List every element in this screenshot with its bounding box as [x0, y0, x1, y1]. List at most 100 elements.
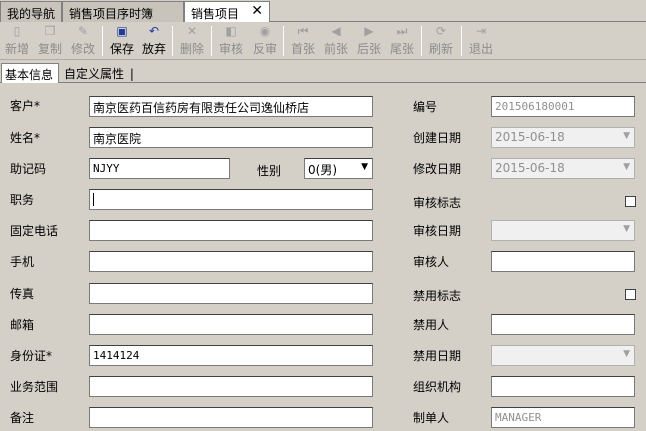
position-field[interactable]	[89, 189, 373, 210]
email-field[interactable]	[89, 314, 373, 335]
tab-basic-info[interactable]: 基本信息	[1, 63, 59, 83]
customer-value: 南京医药百信药房有限责任公司逸仙桥店	[93, 101, 310, 115]
disable-date-label: 禁用日期	[413, 349, 462, 363]
org-field[interactable]	[491, 376, 635, 397]
toolbar-button-audit[interactable]: ◧ 审核	[216, 24, 246, 58]
disable-date-field[interactable]: ▼	[491, 345, 635, 366]
toolbar-button-label: 删除	[179, 42, 204, 56]
audit-flag-checkbox[interactable]	[625, 196, 636, 207]
chevron-down-icon[interactable]: ▼	[623, 131, 630, 141]
disabled-by-field[interactable]	[491, 314, 635, 335]
auditor-field[interactable]	[491, 251, 635, 272]
next-icon: ▶	[364, 24, 374, 38]
name-field[interactable]: 南京医院	[89, 127, 373, 148]
modified-date-field[interactable]: 2015-06-18 ▼	[491, 158, 635, 179]
mobile-field[interactable]	[89, 251, 373, 272]
toolbar-button-last[interactable]: ⏭ 尾张	[387, 24, 417, 58]
chevron-down-icon[interactable]: ▼	[623, 224, 630, 234]
name-value: 南京医院	[93, 132, 142, 146]
audit-date-field[interactable]: ▼	[491, 220, 635, 241]
toolbar: ▯ 新增 ❐ 复制 ✎ 修改 ▣ 保存 ↶ 放弃 ✕ 删除 ◧ 审核 ◉ 反审 ⏮ 首张 ◀ 前张 ▶ 后张 ⏭ 尾张 ⟳ 刷新 ⇥…	[0, 22, 646, 60]
scope-field[interactable]	[89, 376, 373, 397]
toolbar-button-refresh[interactable]: ⟳ 刷新	[426, 24, 456, 58]
toolbar-button-new-file[interactable]: ▯ 新增	[2, 24, 32, 58]
undo-icon: ↶	[148, 24, 160, 38]
delete-icon: ✕	[186, 24, 198, 38]
toolbar-button-next[interactable]: ▶ 后张	[354, 24, 384, 58]
creator-label: 制单人	[413, 411, 450, 425]
chevron-down-icon[interactable]: ▼	[623, 162, 630, 172]
email-label: 邮箱	[10, 318, 35, 332]
name-label: 姓名*	[10, 131, 41, 145]
toolbar-button-label: 审核	[218, 42, 243, 56]
close-icon[interactable]: ✕	[251, 3, 263, 19]
phone-field[interactable]	[89, 220, 373, 241]
tab-label: 销售项目	[191, 7, 240, 21]
prev-icon: ◀	[331, 24, 341, 38]
toolbar-button-label: 退出	[468, 42, 493, 56]
toolbar-button-label: 保存	[109, 42, 134, 56]
org-label: 组织机构	[413, 380, 462, 394]
chevron-down-icon[interactable]: ▼	[623, 349, 630, 359]
created-date-label: 创建日期	[413, 131, 462, 145]
tab-custom-attributes[interactable]: 自定义属性 |	[61, 63, 139, 83]
mnemonic-label: 助记码	[10, 162, 47, 176]
toolbar-button-label: 前张	[323, 42, 348, 56]
toolbar-button-copy[interactable]: ❐ 复制	[35, 24, 65, 58]
toolbar-button-label: 尾张	[389, 42, 414, 56]
unaudit-icon: ◉	[259, 24, 271, 38]
disable-flag-checkbox[interactable]	[625, 289, 636, 300]
toolbar-button-edit[interactable]: ✎ 修改	[68, 24, 98, 58]
save-icon: ▣	[116, 24, 128, 38]
tab-label: 销售项目序时簿	[69, 7, 154, 21]
toolbar-button-unaudit[interactable]: ◉ 反审	[250, 24, 280, 58]
fax-label: 传真	[10, 287, 35, 301]
code-field[interactable]: 201506180001	[491, 96, 635, 117]
code-value: 201506180001	[495, 100, 575, 113]
toolbar-separator	[211, 26, 212, 56]
fax-field[interactable]	[89, 283, 373, 304]
created-date-field[interactable]: 2015-06-18 ▼	[491, 127, 635, 148]
customer-field[interactable]: 南京医药百信药房有限责任公司逸仙桥店	[89, 96, 373, 117]
text-caret	[93, 193, 94, 206]
toolbar-separator	[102, 26, 103, 56]
last-icon: ⏭	[396, 24, 408, 38]
idcard-value: 1414124	[93, 349, 140, 362]
gender-select[interactable]: 0(男) ▼	[304, 158, 373, 179]
tab-label: 我的导航	[7, 7, 56, 21]
toolbar-button-undo[interactable]: ↶ 放弃	[139, 24, 169, 58]
sub-tab-strip: 基本信息 自定义属性 |	[0, 61, 646, 83]
toolbar-button-first[interactable]: ⏮ 首张	[288, 24, 318, 58]
code-label: 编号	[413, 100, 438, 114]
remark-field[interactable]	[89, 407, 373, 428]
toolbar-button-label: 反审	[252, 42, 277, 56]
tab-sales-project[interactable]: 销售项目 ✕	[184, 1, 270, 23]
exit-icon: ⇥	[475, 24, 487, 38]
disable-flag-label: 禁用标志	[413, 289, 462, 303]
tab-sales-project-journal[interactable]: 销售项目序时簿	[62, 1, 184, 22]
edit-icon: ✎	[77, 24, 89, 38]
toolbar-button-label: 放弃	[141, 42, 166, 56]
phone-label: 固定电话	[10, 224, 59, 238]
position-label: 职务	[10, 193, 35, 207]
mobile-label: 手机	[10, 255, 35, 269]
chevron-down-icon[interactable]: ▼	[361, 162, 368, 172]
toolbar-button-prev[interactable]: ◀ 前张	[321, 24, 351, 58]
idcard-field[interactable]: 1414124	[89, 345, 373, 366]
auditor-label: 审核人	[413, 255, 450, 269]
toolbar-button-label: 复制	[37, 42, 62, 56]
mnemonic-value: NJYY	[93, 162, 120, 175]
tab-my-navigation[interactable]: 我的导航	[0, 1, 62, 22]
audit-icon: ◧	[225, 24, 237, 38]
tab-label: 基本信息	[5, 68, 54, 82]
toolbar-button-label: 新增	[4, 42, 29, 56]
toolbar-separator	[283, 26, 284, 56]
copy-icon: ❐	[44, 24, 56, 38]
mnemonic-field[interactable]: NJYY	[89, 158, 230, 179]
toolbar-button-save[interactable]: ▣ 保存	[107, 24, 137, 58]
creator-field[interactable]: MANAGER	[491, 407, 635, 428]
customer-label: 客户*	[10, 99, 41, 113]
toolbar-button-delete[interactable]: ✕ 删除	[177, 24, 207, 58]
toolbar-button-exit[interactable]: ⇥ 退出	[466, 24, 496, 58]
gender-label: 性别	[257, 164, 282, 178]
